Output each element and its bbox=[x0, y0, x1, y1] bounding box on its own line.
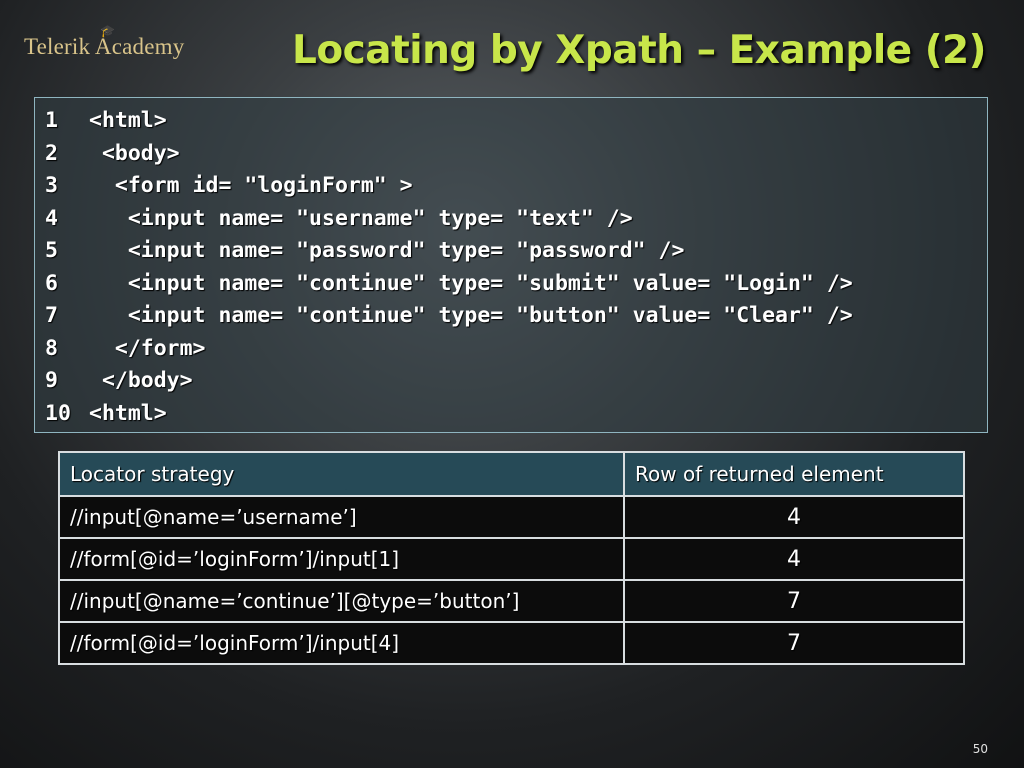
code-text: <body> bbox=[89, 140, 180, 166]
locator-cell: //input[@name=’continue’][@type=’button’… bbox=[58, 579, 625, 623]
locator-cell: //input[@name=’username’] bbox=[58, 495, 625, 539]
table-row: //input[@name=’username’] 4 bbox=[58, 495, 965, 539]
code-listing: 1 <html> 2 <body> 3 <form id= "loginForm"… bbox=[34, 97, 988, 433]
code-line: 6 <input name= "continue" type= "submit"… bbox=[45, 268, 987, 301]
graduation-cap-icon: 🎓 bbox=[100, 24, 116, 38]
line-number: 1 bbox=[45, 108, 58, 133]
code-text: <input name= "username" type= "text" /> bbox=[89, 205, 633, 231]
code-line: 3 <form id= "loginForm" > bbox=[45, 170, 987, 203]
slide-title: Locating by Xpath – Example (2) bbox=[292, 28, 986, 73]
code-line: 1 <html> bbox=[45, 105, 987, 138]
locator-cell: //form[@id=’loginForm’]/input[1] bbox=[58, 537, 625, 581]
line-number: 9 bbox=[45, 368, 58, 393]
line-number: 2 bbox=[45, 140, 58, 166]
code-line: 2 <body> bbox=[45, 138, 987, 171]
code-line: 4 <input name= "username" type= "text" /… bbox=[45, 203, 987, 236]
code-line: 7 <input name= "continue" type= "button"… bbox=[45, 300, 987, 333]
code-text: <html> bbox=[89, 400, 167, 426]
row-cell: 7 bbox=[623, 579, 965, 623]
code-line: 9 </body> bbox=[45, 365, 987, 398]
table-row: //form[@id=’loginForm’]/input[4] 7 bbox=[58, 621, 965, 665]
row-cell: 4 bbox=[623, 537, 965, 581]
line-number: 10 bbox=[45, 400, 71, 426]
line-number: 4 bbox=[45, 205, 58, 231]
locator-table: Locator strategy Row of returned element… bbox=[58, 451, 965, 665]
telerik-academy-logo: 🎓 Telerik Academy bbox=[24, 24, 184, 60]
code-text: </body> bbox=[89, 368, 193, 393]
line-number: 3 bbox=[45, 173, 58, 198]
page-number: 50 bbox=[972, 742, 988, 756]
line-number: 5 bbox=[45, 238, 58, 263]
table-row: //input[@name=’continue’][@type=’button’… bbox=[58, 579, 965, 623]
row-cell: 7 bbox=[623, 621, 965, 665]
header-row-of-returned-element: Row of returned element bbox=[623, 451, 965, 497]
code-text: <input name= "continue" type= "submit" v… bbox=[89, 270, 853, 296]
code-line: 10 <html> bbox=[45, 398, 987, 431]
code-text: <html> bbox=[89, 108, 167, 133]
table-header-row: Locator strategy Row of returned element bbox=[58, 451, 965, 497]
code-text: <form id= "loginForm" > bbox=[89, 173, 413, 198]
line-number: 8 bbox=[45, 335, 58, 361]
code-text: <input name= "continue" type= "button" v… bbox=[89, 303, 853, 328]
row-cell: 4 bbox=[623, 495, 965, 539]
code-line: 5 <input name= "password" type= "passwor… bbox=[45, 235, 987, 268]
code-text: <input name= "password" type= "password"… bbox=[89, 238, 685, 263]
code-text: </form> bbox=[89, 335, 206, 361]
table-row: //form[@id=’loginForm’]/input[1] 4 bbox=[58, 537, 965, 581]
code-line: 8 </form> bbox=[45, 333, 987, 366]
line-number: 6 bbox=[45, 270, 58, 296]
line-number: 7 bbox=[45, 303, 58, 328]
locator-cell: //form[@id=’loginForm’]/input[4] bbox=[58, 621, 625, 665]
header-locator-strategy: Locator strategy bbox=[58, 451, 625, 497]
